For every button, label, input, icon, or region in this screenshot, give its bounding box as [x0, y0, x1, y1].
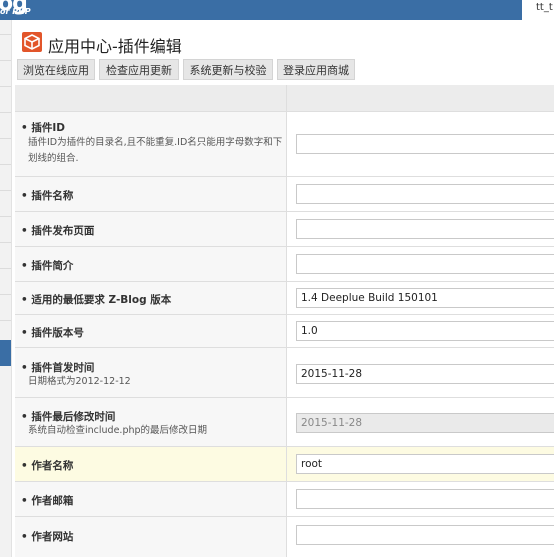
- author-name-input[interactable]: root: [296, 454, 554, 474]
- table-row: • 插件首发时间 日期格式为2012-12-12 2015-11-28: [15, 348, 554, 398]
- sidebar-item[interactable]: [0, 242, 11, 243]
- plugin-intro-label: • 插件简介: [21, 260, 74, 272]
- plugin-name-label: • 插件名称: [21, 190, 74, 202]
- table-row: • 作者邮箱: [15, 482, 554, 517]
- table-row: • 插件ID 插件ID为插件的目录名,且不能重复.ID名只能用字母数字和下划线的…: [15, 112, 554, 177]
- sidebar-item[interactable]: [0, 216, 11, 217]
- table-row: • 作者名称 root: [15, 447, 554, 482]
- sidebar-item[interactable]: [0, 86, 11, 87]
- table-row: • 插件发布页面: [15, 212, 554, 247]
- first-release-date-hint: 日期格式为2012-12-12: [28, 376, 131, 387]
- author-website-input[interactable]: [296, 525, 554, 545]
- app-center-icon: [22, 32, 42, 52]
- sidebar-item[interactable]: [0, 320, 11, 321]
- left-sidebar: [0, 20, 12, 557]
- sidebar-item[interactable]: [0, 60, 11, 61]
- author-name-label: • 作者名称: [21, 460, 74, 472]
- sidebar-item-active[interactable]: [0, 340, 11, 366]
- table-row: • 插件名称: [15, 177, 554, 212]
- sidebar-item[interactable]: [0, 34, 11, 35]
- first-release-date-input[interactable]: 2015-11-28: [296, 364, 554, 384]
- table-row: • 插件简介: [15, 247, 554, 282]
- sidebar-item[interactable]: [0, 268, 11, 269]
- tab-check-app-updates[interactable]: 检查应用更新: [99, 59, 179, 80]
- plugin-name-input[interactable]: [296, 184, 554, 204]
- table-row: • 适用的最低要求 Z-Blog 版本 1.4 Deeplue Build 15…: [15, 282, 554, 315]
- sidebar-item[interactable]: [0, 190, 11, 191]
- plugin-id-description: 插件ID为插件的目录名,且不能重复.ID名只能用字母数字和下划线的组合.: [28, 137, 283, 164]
- plugin-id-input[interactable]: [296, 134, 554, 154]
- sidebar-item[interactable]: [0, 294, 11, 295]
- author-email-input[interactable]: [296, 489, 554, 509]
- table-row: • 作者网站: [15, 517, 554, 557]
- last-modified-date-label: • 插件最后修改时间: [21, 411, 116, 423]
- plugin-version-label: • 插件版本号: [21, 327, 84, 339]
- table-row: • 插件最后修改时间 系统自动检查include.php的最后修改日期 2015…: [15, 398, 554, 447]
- logo-subtitle: or PHP: [0, 7, 31, 16]
- author-email-label: • 作者邮箱: [21, 495, 74, 507]
- sidebar-item[interactable]: [0, 138, 11, 139]
- tab-system-update[interactable]: 系统更新与校验: [183, 59, 273, 80]
- min-zblog-version-label: • 适用的最低要求 Z-Blog 版本: [21, 294, 172, 306]
- plugin-id-label: • 插件ID: [21, 122, 65, 134]
- plugin-intro-input[interactable]: [296, 254, 554, 274]
- plugin-publish-page-label: • 插件发布页面: [21, 225, 95, 237]
- plugin-version-input[interactable]: 1.0: [296, 321, 554, 341]
- tab-browse-online-apps[interactable]: 浏览在线应用: [17, 59, 95, 80]
- min-zblog-version-input[interactable]: 1.4 Deeplue Build 150101: [296, 288, 554, 308]
- plugin-publish-page-input[interactable]: [296, 219, 554, 239]
- last-modified-date-input: 2015-11-28: [296, 413, 554, 433]
- last-modified-date-hint: 系统自动检查include.php的最后修改日期: [28, 425, 208, 436]
- tab-login-app-store[interactable]: 登录应用商城: [277, 59, 355, 80]
- user-name[interactable]: tt_t: [536, 2, 553, 13]
- author-website-label: • 作者网站: [21, 531, 74, 543]
- page-title: 应用中心-插件编辑: [48, 37, 182, 56]
- top-header-bar: og or PHP: [0, 0, 554, 20]
- first-release-date-label: • 插件首发时间: [21, 362, 95, 374]
- sidebar-item[interactable]: [0, 164, 11, 165]
- sidebar-item[interactable]: [0, 112, 11, 113]
- table-row: • 插件版本号 1.0: [15, 315, 554, 348]
- table-header-row: [15, 85, 554, 112]
